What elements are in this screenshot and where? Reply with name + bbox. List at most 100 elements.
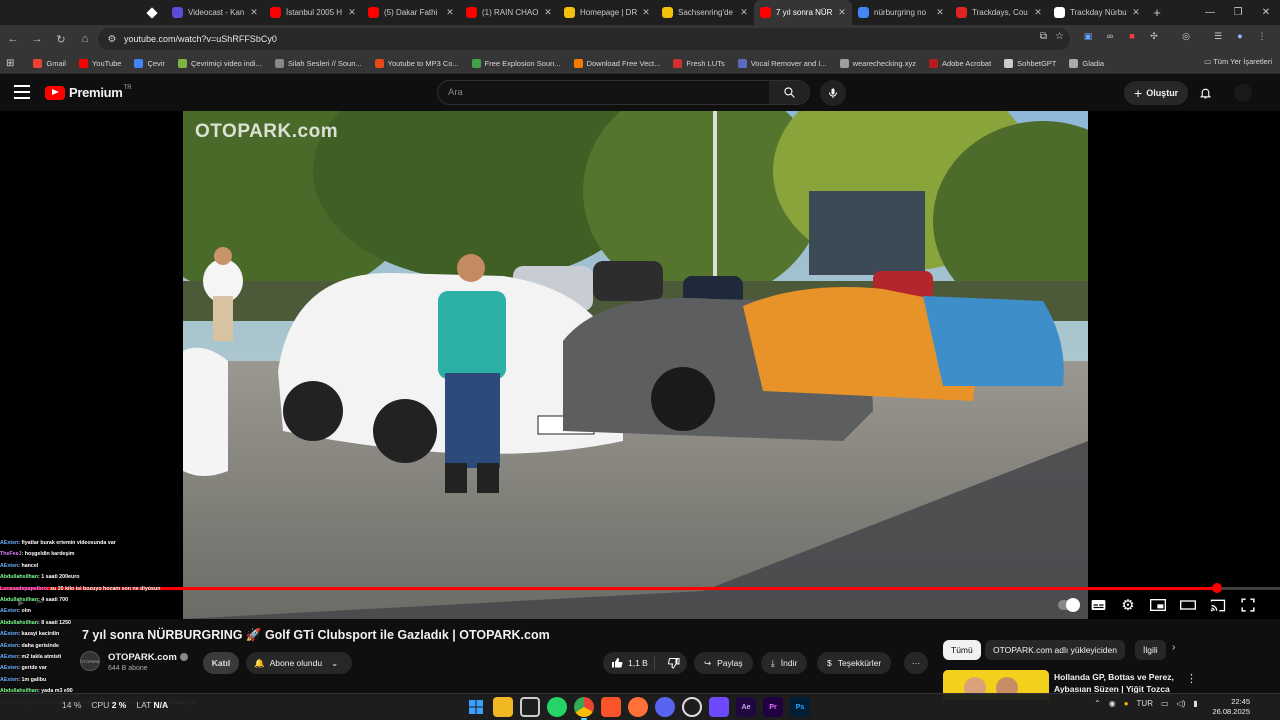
discord-icon[interactable]	[655, 697, 675, 717]
close-tab-icon[interactable]: ✕	[738, 7, 750, 18]
browser-menu-icon[interactable]: ⋮	[1254, 28, 1270, 44]
filter-chip[interactable]: OTOPARK.com adlı yükleyiciden	[985, 640, 1125, 660]
like-button[interactable]: 1,1 B	[603, 656, 656, 670]
subscribed-button[interactable]: 🔔 Abone olundu ⌄	[246, 652, 352, 674]
download-button[interactable]: ⤓ İndir	[761, 652, 808, 674]
miniplayer-icon[interactable]	[1148, 597, 1168, 613]
thanks-button[interactable]: $ Teşekkürler	[817, 652, 892, 674]
browser-tab[interactable]: (5) Dakar Fathi ✕	[362, 0, 460, 25]
search-button[interactable]	[769, 81, 809, 104]
clock[interactable]: 22:45 26.08.2025	[1212, 697, 1250, 717]
recommendation-title[interactable]: Hollanda GP, Bottas ve Perez, Aybasıan S…	[1054, 671, 1179, 695]
url-text[interactable]: youtube.com/watch?v=uShRFFSbCy0	[124, 34, 277, 44]
create-button[interactable]: + Oluştur	[1124, 81, 1189, 105]
close-tab-icon[interactable]: ✕	[1032, 7, 1044, 18]
browser-tab[interactable]: Sachsenring'de ✕	[656, 0, 754, 25]
install-icon[interactable]: ⧉	[1040, 31, 1047, 42]
extension-icon[interactable]: ■	[1124, 28, 1140, 44]
voice-search-button[interactable]	[820, 80, 846, 106]
autoplay-toggle[interactable]	[1058, 597, 1080, 613]
bookmark-item[interactable]: YouTube	[78, 58, 121, 68]
dislike-button[interactable]	[661, 657, 687, 669]
minimize-icon[interactable]: —	[1196, 0, 1224, 25]
microphone-tray-icon[interactable]: ●	[1124, 699, 1129, 708]
video-player[interactable]: OTOPARK.com ▶ ⏭ ⚙	[0, 111, 1280, 619]
more-vertical-icon[interactable]: ⋮	[1186, 672, 1197, 685]
bookmark-item[interactable]: Çevir	[134, 58, 165, 68]
chatgpt-icon[interactable]	[682, 697, 702, 717]
subtitles-icon[interactable]	[1088, 597, 1108, 613]
theater-mode-icon[interactable]	[1178, 597, 1198, 613]
back-icon[interactable]: ←	[2, 28, 24, 50]
browser-tab[interactable]: Trackdays, Cou ✕	[950, 0, 1048, 25]
browser-tab[interactable]: Trackday Nürbu ✕	[1048, 0, 1146, 25]
close-tab-icon[interactable]: ✕	[346, 7, 358, 18]
filter-chip[interactable]: Tümü	[943, 640, 981, 660]
close-tab-icon[interactable]: ✕	[542, 7, 554, 18]
join-button[interactable]: Katıl	[203, 652, 239, 674]
close-tab-icon[interactable]: ✕	[836, 7, 848, 18]
battery-icon[interactable]: ▮	[1193, 699, 1197, 708]
new-tab-button[interactable]: +	[1146, 5, 1168, 20]
browser-tab[interactable]: Videocast - Kan ✕	[166, 0, 264, 25]
bookmark-item[interactable]: Adobe Acrobat	[928, 58, 991, 68]
keyboard-language[interactable]: TUR	[1137, 699, 1153, 708]
maximize-icon[interactable]: ❐	[1224, 0, 1252, 25]
task-view-icon[interactable]	[520, 697, 540, 717]
bookmark-item[interactable]: Fresh LUTs	[673, 58, 725, 68]
windows-start-icon[interactable]	[466, 697, 486, 717]
bookmark-item[interactable]: Free Explosion Soun...	[471, 58, 561, 68]
tab-pinned-1[interactable]	[26, 0, 54, 25]
tab-pinned-2[interactable]	[54, 0, 82, 25]
video-frame[interactable]: OTOPARK.com	[183, 111, 1088, 619]
file-explorer-icon[interactable]	[493, 697, 513, 717]
close-window-icon[interactable]: ✕	[1252, 0, 1280, 25]
settings-gear-icon[interactable]: ⚙	[1118, 597, 1138, 614]
browser-tab[interactable]: 7 yıl sonra NÜR ✕	[754, 0, 852, 25]
close-tab-icon[interactable]: ✕	[444, 7, 456, 18]
home-icon[interactable]: ⌂	[74, 28, 96, 50]
premiere-pro-icon[interactable]: Pr	[763, 697, 783, 717]
fullscreen-icon[interactable]	[1238, 597, 1258, 613]
extension-icon[interactable]: ∞	[1102, 28, 1118, 44]
progress-scrubber[interactable]	[1212, 583, 1223, 593]
bookmark-item[interactable]: Gladia	[1069, 58, 1104, 68]
extension-icon[interactable]: ▣	[1080, 28, 1096, 44]
extensions-puzzle-icon[interactable]: ✣	[1146, 28, 1162, 44]
tab-pinned-4[interactable]	[110, 0, 138, 25]
apps-grid-icon[interactable]: ⊞	[6, 58, 14, 69]
site-info-icon[interactable]: ⚙	[102, 34, 122, 45]
cast-icon[interactable]	[1208, 597, 1228, 613]
bookmark-item[interactable]: wearechecking.xyz	[839, 58, 916, 68]
search-input[interactable]: Ara	[438, 81, 769, 104]
whatsapp-icon[interactable]	[547, 697, 567, 717]
browser-tab[interactable]: İstanbul 2005 H ✕	[264, 0, 362, 25]
bookmark-item[interactable]: Çevrimiçi video indi...	[177, 58, 262, 68]
filter-chip[interactable]: İlgili	[1135, 640, 1166, 660]
youtube-logo[interactable]: Premium TR	[45, 85, 132, 100]
close-tab-icon[interactable]: ✕	[934, 7, 946, 18]
network-icon[interactable]: ▭	[1161, 699, 1169, 708]
reload-icon[interactable]: ↻	[50, 28, 72, 50]
after-effects-icon[interactable]: Ae	[736, 697, 756, 717]
close-tab-icon[interactable]: ✕	[640, 7, 652, 18]
profile-avatar-icon[interactable]: ●	[1232, 28, 1248, 44]
bookmark-item[interactable]: Youtube to MP3 Co...	[374, 58, 459, 68]
close-tab-icon[interactable]: ✕	[248, 7, 260, 18]
browser-tab[interactable]: nürburgring no ✕	[852, 0, 950, 25]
volume-icon[interactable]: ◁)	[1177, 699, 1186, 708]
tab-search-icon[interactable]: ☰	[1210, 28, 1226, 44]
close-tab-icon[interactable]: ✕	[1130, 7, 1142, 18]
browser-tab[interactable]: Homepage | DR ✕	[558, 0, 656, 25]
brave-icon[interactable]	[601, 697, 621, 717]
browser-tab[interactable]: (1) RAIN CHAO ✕	[460, 0, 558, 25]
hamburger-menu-icon[interactable]	[14, 85, 30, 99]
photoshop-icon[interactable]: Ps	[790, 697, 810, 717]
bookmark-item[interactable]: Download Free Vect...	[573, 58, 660, 68]
forward-icon[interactable]: →	[26, 28, 48, 50]
address-bar[interactable]: ⚙ youtube.com/watch?v=uShRFFSbCy0 ⧉ ☆	[98, 28, 1070, 50]
sync-icon[interactable]: ◎	[1178, 28, 1194, 44]
chevron-right-icon[interactable]: ›	[1172, 642, 1175, 653]
notifications-button[interactable]	[1196, 84, 1214, 102]
audio-device-icon[interactable]: ◉	[1109, 699, 1116, 708]
